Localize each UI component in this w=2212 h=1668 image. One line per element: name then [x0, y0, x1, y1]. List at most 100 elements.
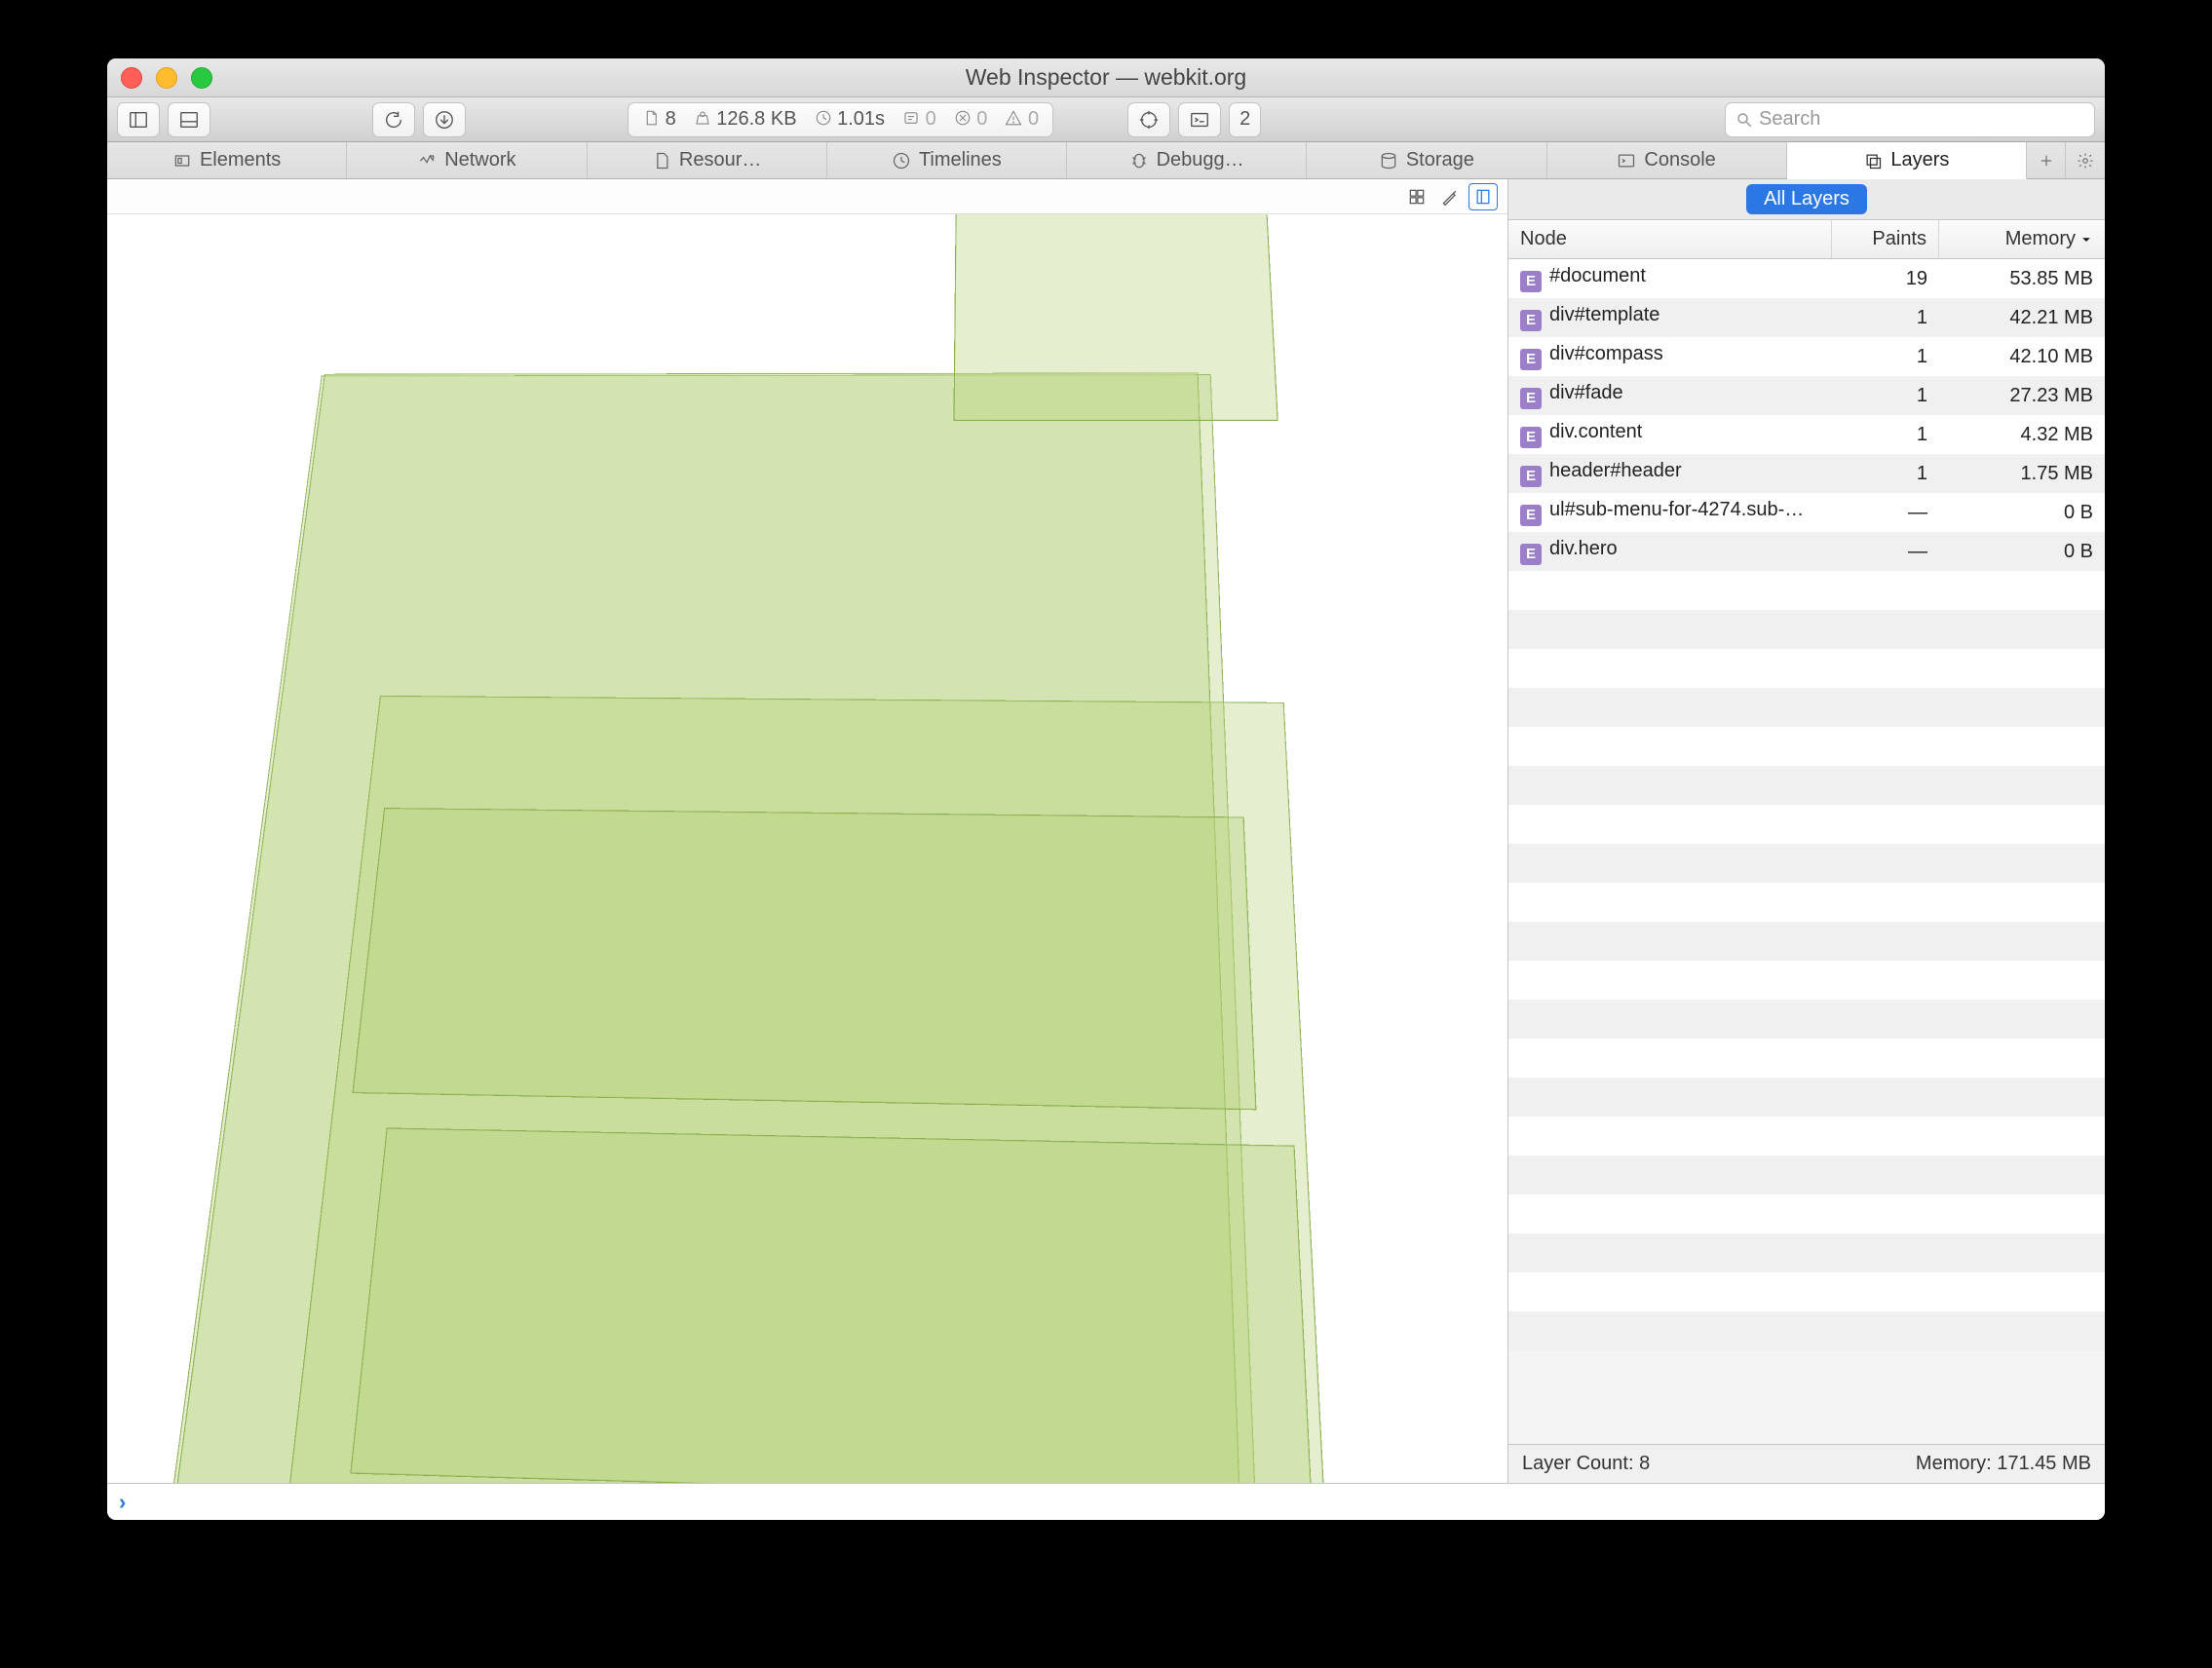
column-node[interactable]: Node	[1508, 220, 1832, 258]
console-toggle-button[interactable]	[1178, 102, 1221, 137]
layer-visual	[352, 808, 1256, 1110]
new-tab-button[interactable]	[2027, 142, 2066, 178]
cell-node: Eheader#header	[1508, 460, 1832, 487]
clock-icon	[815, 109, 832, 127]
element-badge: E	[1520, 271, 1542, 292]
titlebar: Web Inspector — webkit.org	[107, 58, 2105, 97]
warnings-metric: 0	[1005, 108, 1039, 131]
column-memory[interactable]: Memory	[1939, 220, 2105, 258]
cell-memory: 0 B	[1939, 541, 2105, 563]
table-row[interactable]: Ediv.hero—0 B	[1508, 532, 2105, 571]
column-paints[interactable]: Paints	[1832, 220, 1939, 258]
tab-layers[interactable]: Layers	[1787, 142, 2027, 179]
cell-memory: 1.75 MB	[1939, 463, 2105, 485]
layers-canvas-panel	[107, 179, 1507, 1483]
tab-settings-button[interactable]	[2066, 142, 2105, 178]
prompt-caret-icon: ›	[119, 1490, 126, 1515]
paint-flashing-button[interactable]	[1435, 183, 1465, 210]
layers-sidebar: All Layers Node Paints Memory E#document…	[1507, 179, 2105, 1483]
table-row[interactable]: Ediv#fade127.23 MB	[1508, 376, 2105, 415]
log-icon	[902, 109, 920, 127]
element-picker-button[interactable]	[1127, 102, 1170, 137]
element-badge: E	[1520, 310, 1542, 331]
requests-metric: 8	[642, 108, 676, 131]
sidebar-footer: Layer Count: 8 Memory: 171.45 MB	[1508, 1444, 2105, 1483]
inspector-window: Web Inspector — webkit.org 8 126.8 KB 1.…	[107, 58, 2105, 1520]
grid-view-button[interactable]	[1402, 183, 1431, 210]
toggle-bottom-panel-button[interactable]	[168, 102, 210, 137]
empty-row	[1508, 571, 2105, 610]
tab-console[interactable]: Console	[1547, 142, 1787, 178]
empty-row	[1508, 805, 2105, 844]
reload-button[interactable]	[372, 102, 415, 137]
empty-row	[1508, 727, 2105, 766]
sort-desc-icon	[2079, 233, 2093, 246]
tab-debugger[interactable]: Debugg…	[1067, 142, 1307, 178]
cell-paints: 1	[1832, 346, 1939, 368]
minimize-button[interactable]	[156, 67, 177, 89]
cell-node: Ediv#compass	[1508, 343, 1832, 370]
table-row[interactable]: Eheader#header11.75 MB	[1508, 454, 2105, 493]
dashboard-metrics: 8 126.8 KB 1.01s 0 0 0	[628, 102, 1053, 137]
time-metric: 1.01s	[815, 108, 886, 131]
element-badge: E	[1520, 466, 1542, 487]
elements-icon	[172, 151, 192, 171]
sidebar-filter-bar: All Layers	[1508, 179, 2105, 220]
cell-paints: 1	[1832, 307, 1939, 329]
error-icon	[954, 109, 972, 127]
main-area: All Layers Node Paints Memory E#document…	[107, 179, 2105, 1483]
document-icon	[642, 109, 660, 127]
console-prompt-bar[interactable]: ›	[107, 1483, 2105, 1520]
cell-paints: 1	[1832, 424, 1939, 446]
tab-bar: Elements Network Resour… Timelines Debug…	[107, 142, 2105, 179]
logs-metric: 0	[902, 108, 936, 131]
warning-icon	[1005, 109, 1022, 127]
compositing-borders-button[interactable]	[1468, 183, 1498, 210]
empty-row	[1508, 649, 2105, 688]
empty-row	[1508, 1039, 2105, 1078]
empty-row	[1508, 1233, 2105, 1272]
table-row[interactable]: Ediv#compass142.10 MB	[1508, 337, 2105, 376]
table-row[interactable]: Eul#sub-menu-for-4274.sub-…—0 B	[1508, 493, 2105, 532]
table-row[interactable]: Ediv#template142.21 MB	[1508, 298, 2105, 337]
table-row[interactable]: E#document1953.85 MB	[1508, 259, 2105, 298]
element-badge: E	[1520, 427, 1542, 448]
empty-row	[1508, 844, 2105, 883]
empty-row	[1508, 1272, 2105, 1311]
window-title: Web Inspector — webkit.org	[107, 64, 2105, 91]
cell-memory: 27.23 MB	[1939, 385, 2105, 407]
layer-count-label: Layer Count: 8	[1522, 1453, 1650, 1475]
cell-paints: 1	[1832, 463, 1939, 485]
element-badge: E	[1520, 505, 1542, 526]
zoom-button[interactable]	[191, 67, 212, 89]
resources-icon	[652, 151, 671, 171]
search-icon	[1735, 111, 1753, 129]
empty-row	[1508, 883, 2105, 922]
cell-paints: 19	[1832, 268, 1939, 290]
memory-total-label: Memory: 171.45 MB	[1916, 1453, 2091, 1475]
cell-paints: —	[1832, 541, 1939, 563]
cell-paints: —	[1832, 502, 1939, 524]
all-layers-pill[interactable]: All Layers	[1746, 184, 1867, 214]
cell-node: E#document	[1508, 265, 1832, 292]
canvas-toolbar	[107, 179, 1507, 214]
tab-resources[interactable]: Resour…	[588, 142, 827, 178]
empty-row	[1508, 961, 2105, 1000]
table-row[interactable]: Ediv.content14.32 MB	[1508, 415, 2105, 454]
tab-timelines[interactable]: Timelines	[827, 142, 1067, 178]
download-button[interactable]	[423, 102, 466, 137]
timelines-icon	[892, 151, 911, 171]
element-badge: E	[1520, 388, 1542, 409]
issues-count-button[interactable]: 2	[1229, 102, 1261, 137]
cell-memory: 4.32 MB	[1939, 424, 2105, 446]
search-field[interactable]: Search	[1725, 102, 2095, 137]
cell-node: Ediv#fade	[1508, 382, 1832, 409]
layers-3d-canvas[interactable]	[107, 214, 1507, 1483]
tab-storage[interactable]: Storage	[1307, 142, 1546, 178]
close-button[interactable]	[121, 67, 142, 89]
element-badge: E	[1520, 349, 1542, 370]
empty-row	[1508, 1194, 2105, 1233]
tab-elements[interactable]: Elements	[107, 142, 347, 178]
toggle-left-sidebar-button[interactable]	[117, 102, 160, 137]
tab-network[interactable]: Network	[347, 142, 587, 178]
